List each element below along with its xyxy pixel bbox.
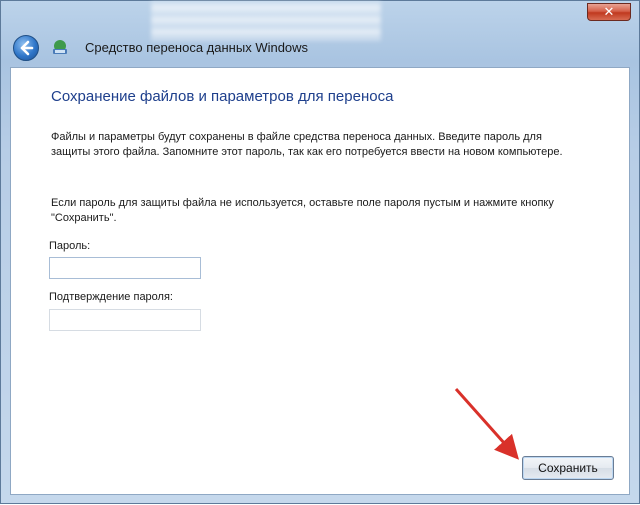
annotation-arrow bbox=[454, 388, 519, 460]
app-window: ✕ Средство переноса данных Windows Сохра… bbox=[0, 0, 640, 504]
